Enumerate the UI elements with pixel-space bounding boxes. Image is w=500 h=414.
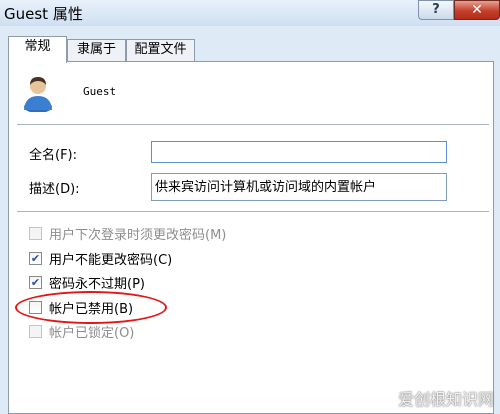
description-field[interactable]: 供来宾访问计算机或访问域的内置帐户 [151,173,447,201]
password-never-expires-label[interactable]: 密码永不过期(P) [49,273,145,292]
account-locked-label: 帐户已锁定(O) [49,326,135,341]
tab-general[interactable]: 常规 [8,36,67,63]
title-bar: Guest 属性 ? ✕ [0,0,500,26]
title-buttons: ? ✕ [418,0,500,20]
username-label: Guest [83,85,117,98]
cannot-change-password-checkbox[interactable]: ✔ [29,252,42,265]
help-button[interactable]: ? [418,0,454,20]
password-never-expires-checkbox[interactable]: ✔ [29,276,42,289]
tab-member-of[interactable]: 隶属于 [67,39,126,61]
full-name-field[interactable] [151,141,447,163]
must-change-password-label: 用户下次登录时须更改密码(M) [49,228,227,243]
cannot-change-password-label[interactable]: 用户不能更改密码(C) [49,249,172,268]
watermark: 爱创根知识网 [397,390,494,409]
must-change-password-checkbox [29,227,42,240]
separator [17,124,489,125]
full-name-label: 全名(F): [29,148,78,163]
user-account-icon [24,77,52,112]
general-tab-panel: Guest 全名(F): 描述(D): 供来宾访问计算机或访问域的内置帐户 用户… [8,61,494,414]
highlight-circle [15,291,167,324]
account-locked-checkbox [29,325,42,338]
close-button[interactable]: ✕ [454,0,500,20]
tab-profile[interactable]: 配置文件 [126,39,195,61]
separator [17,211,489,212]
window-title: Guest 属性 [4,5,83,23]
description-label: 描述(D): [29,182,80,197]
